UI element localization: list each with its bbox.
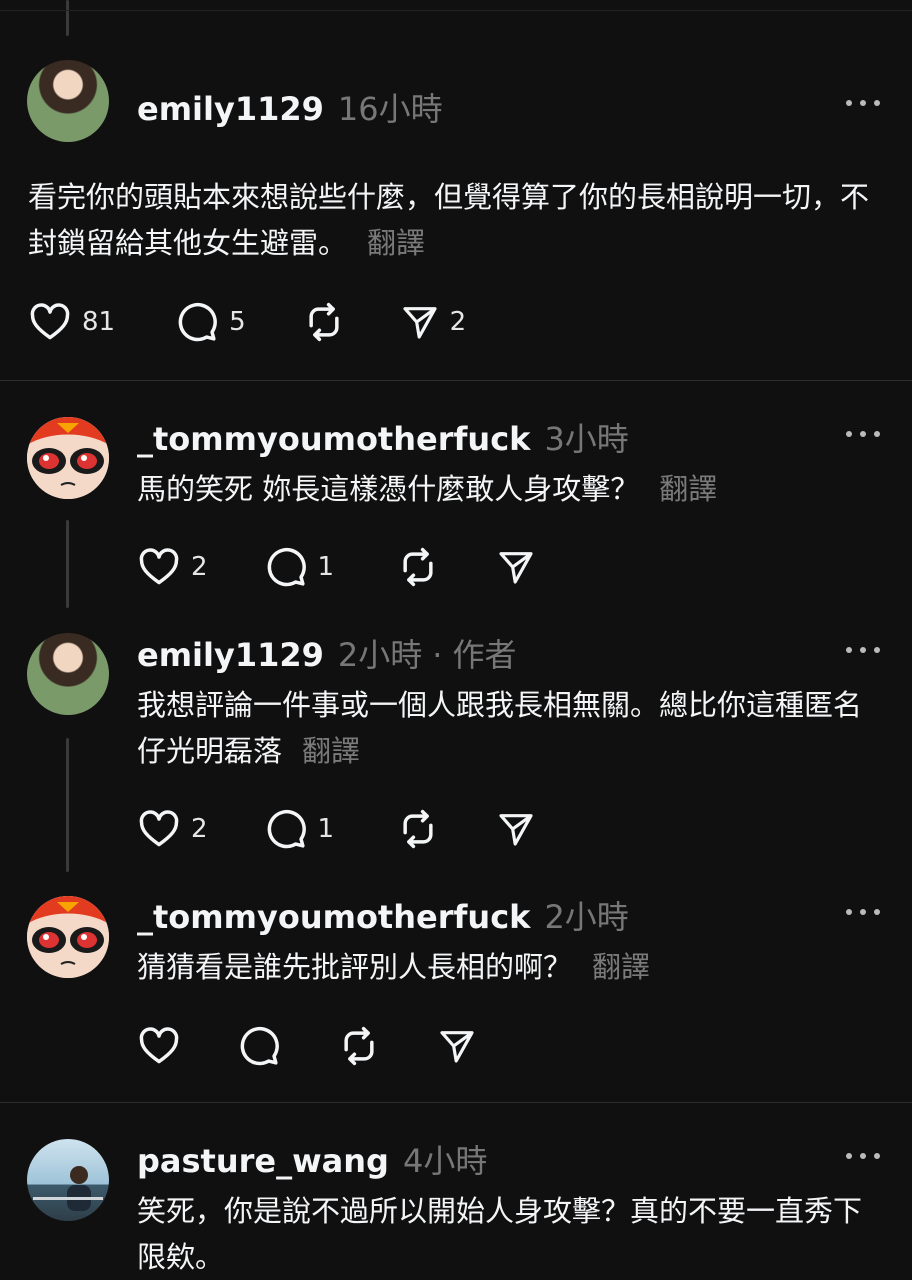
timestamp: 2小時: [544, 898, 629, 936]
post-text: 笑死，你是說不過所以開始人身攻擊？真的不要一直秀下限欸。: [137, 1188, 867, 1280]
send-icon: [400, 302, 440, 342]
thread-line: [66, 0, 69, 36]
person-avatar-icon: [33, 1166, 103, 1211]
repost-button[interactable]: [396, 807, 440, 851]
translate-link[interactable]: 翻譯: [367, 226, 425, 260]
action-bar: [137, 1023, 507, 1069]
post-text: 猜猜看是誰先批評別人長相的啊？ 翻譯: [137, 944, 877, 990]
username-text[interactable]: _tommyoumotherfuck: [137, 420, 530, 458]
username[interactable]: emily1129 16小時: [137, 84, 443, 130]
repost-icon: [396, 545, 440, 589]
heart-icon: [137, 807, 181, 851]
heart-icon: [137, 545, 181, 589]
username-text[interactable]: _tommyoumotherfuck: [137, 898, 530, 936]
heart-icon: [137, 1024, 181, 1068]
send-icon: [496, 809, 536, 849]
comment-icon: [264, 807, 308, 851]
username[interactable]: pasture_wang 4小時: [137, 1136, 487, 1182]
post-text: 看完你的頭貼本來想說些什麼，但覺得算了你的長相說明一切，不封鎖留給其他女生避雷。…: [28, 174, 888, 266]
powerpuff-avatar-icon: [27, 417, 109, 499]
post-text: 馬的笑死 妳長這樣憑什麼敢人身攻擊？ 翻譯: [137, 466, 877, 512]
avatar[interactable]: [27, 417, 109, 499]
comment-icon: [237, 1024, 281, 1068]
post-body: 笑死，你是說不過所以開始人身攻擊？真的不要一直秀下限欸。: [137, 1194, 863, 1274]
top-divider: [0, 10, 912, 11]
share-count: 2: [449, 307, 467, 337]
translate-link[interactable]: 翻譯: [302, 734, 360, 768]
username-text[interactable]: pasture_wang: [137, 1142, 389, 1180]
more-options-icon[interactable]: [846, 1151, 880, 1161]
powerpuff-avatar-icon: [27, 896, 109, 978]
post-body: 看完你的頭貼本來想說些什麼，但覺得算了你的長相說明一切，不封鎖留給其他女生避雷。: [28, 180, 870, 260]
like-count: 2: [191, 552, 208, 582]
post-text: 我想評論一件事或一個人跟我長相無關。總比你這種匿名仔光明磊落 翻譯: [137, 682, 867, 774]
comment-icon: [175, 300, 219, 344]
send-icon: [437, 1026, 477, 1066]
timestamp: 2小時: [337, 636, 423, 674]
share-button[interactable]: [437, 1026, 477, 1066]
reply-button[interactable]: [237, 1024, 281, 1068]
like-count: 81: [82, 307, 116, 337]
repost-button[interactable]: [302, 300, 346, 344]
username[interactable]: emily1129 2小時 · 作者: [137, 630, 516, 676]
divider: [0, 1102, 912, 1103]
more-options-icon[interactable]: [846, 645, 880, 655]
reply-button[interactable]: 1: [264, 545, 335, 589]
thread-line: [66, 520, 69, 608]
avatar[interactable]: [27, 633, 109, 715]
divider: [0, 380, 912, 381]
avatar[interactable]: [27, 896, 109, 978]
like-button[interactable]: 2: [137, 807, 208, 851]
action-bar: 81 5 2: [28, 299, 496, 345]
like-button[interactable]: 81: [28, 300, 115, 344]
post-body: 猜猜看是誰先批評別人長相的啊？: [137, 950, 573, 984]
avatar[interactable]: [27, 60, 109, 142]
action-bar: 2 1: [137, 806, 566, 852]
reply-count: 5: [229, 307, 246, 337]
like-count: 2: [191, 814, 208, 844]
timestamp: 3小時: [544, 420, 629, 458]
share-button[interactable]: [496, 809, 536, 849]
reply-count: 1: [317, 552, 335, 582]
reply-button[interactable]: 5: [175, 300, 246, 344]
more-options-icon[interactable]: [846, 98, 880, 108]
repost-icon: [337, 1024, 381, 1068]
avatar[interactable]: [27, 1139, 109, 1221]
more-options-icon[interactable]: [846, 907, 880, 917]
translate-link[interactable]: 翻譯: [592, 950, 650, 984]
username-text[interactable]: emily1129: [137, 636, 324, 674]
timestamp: 4小時: [402, 1142, 488, 1180]
post-body: 我想評論一件事或一個人跟我長相無關。總比你這種匿名仔光明磊落: [137, 688, 863, 768]
repost-button[interactable]: [337, 1024, 381, 1068]
repost-icon: [396, 807, 440, 851]
separator: ·: [432, 636, 443, 674]
username-text[interactable]: emily1129: [137, 90, 324, 128]
username[interactable]: _tommyoumotherfuck 2小時: [137, 892, 629, 938]
like-button[interactable]: [137, 1024, 181, 1068]
author-badge: 作者: [452, 636, 517, 674]
heart-icon: [28, 300, 72, 344]
share-button[interactable]: [496, 547, 536, 587]
post-body: 馬的笑死 妳長這樣憑什麼敢人身攻擊？: [137, 472, 640, 506]
repost-icon: [302, 300, 346, 344]
timestamp: 16小時: [337, 90, 443, 128]
reply-button[interactable]: 1: [264, 807, 335, 851]
comment-icon: [264, 545, 308, 589]
translate-link[interactable]: 翻譯: [659, 472, 717, 506]
share-button[interactable]: 2: [400, 302, 467, 342]
like-button[interactable]: 2: [137, 545, 208, 589]
send-icon: [496, 547, 536, 587]
more-options-icon[interactable]: [846, 429, 880, 439]
action-bar: 2 1: [137, 544, 566, 590]
repost-button[interactable]: [396, 545, 440, 589]
thread-line: [66, 738, 69, 872]
username[interactable]: _tommyoumotherfuck 3小時: [137, 414, 629, 460]
reply-count: 1: [317, 814, 335, 844]
